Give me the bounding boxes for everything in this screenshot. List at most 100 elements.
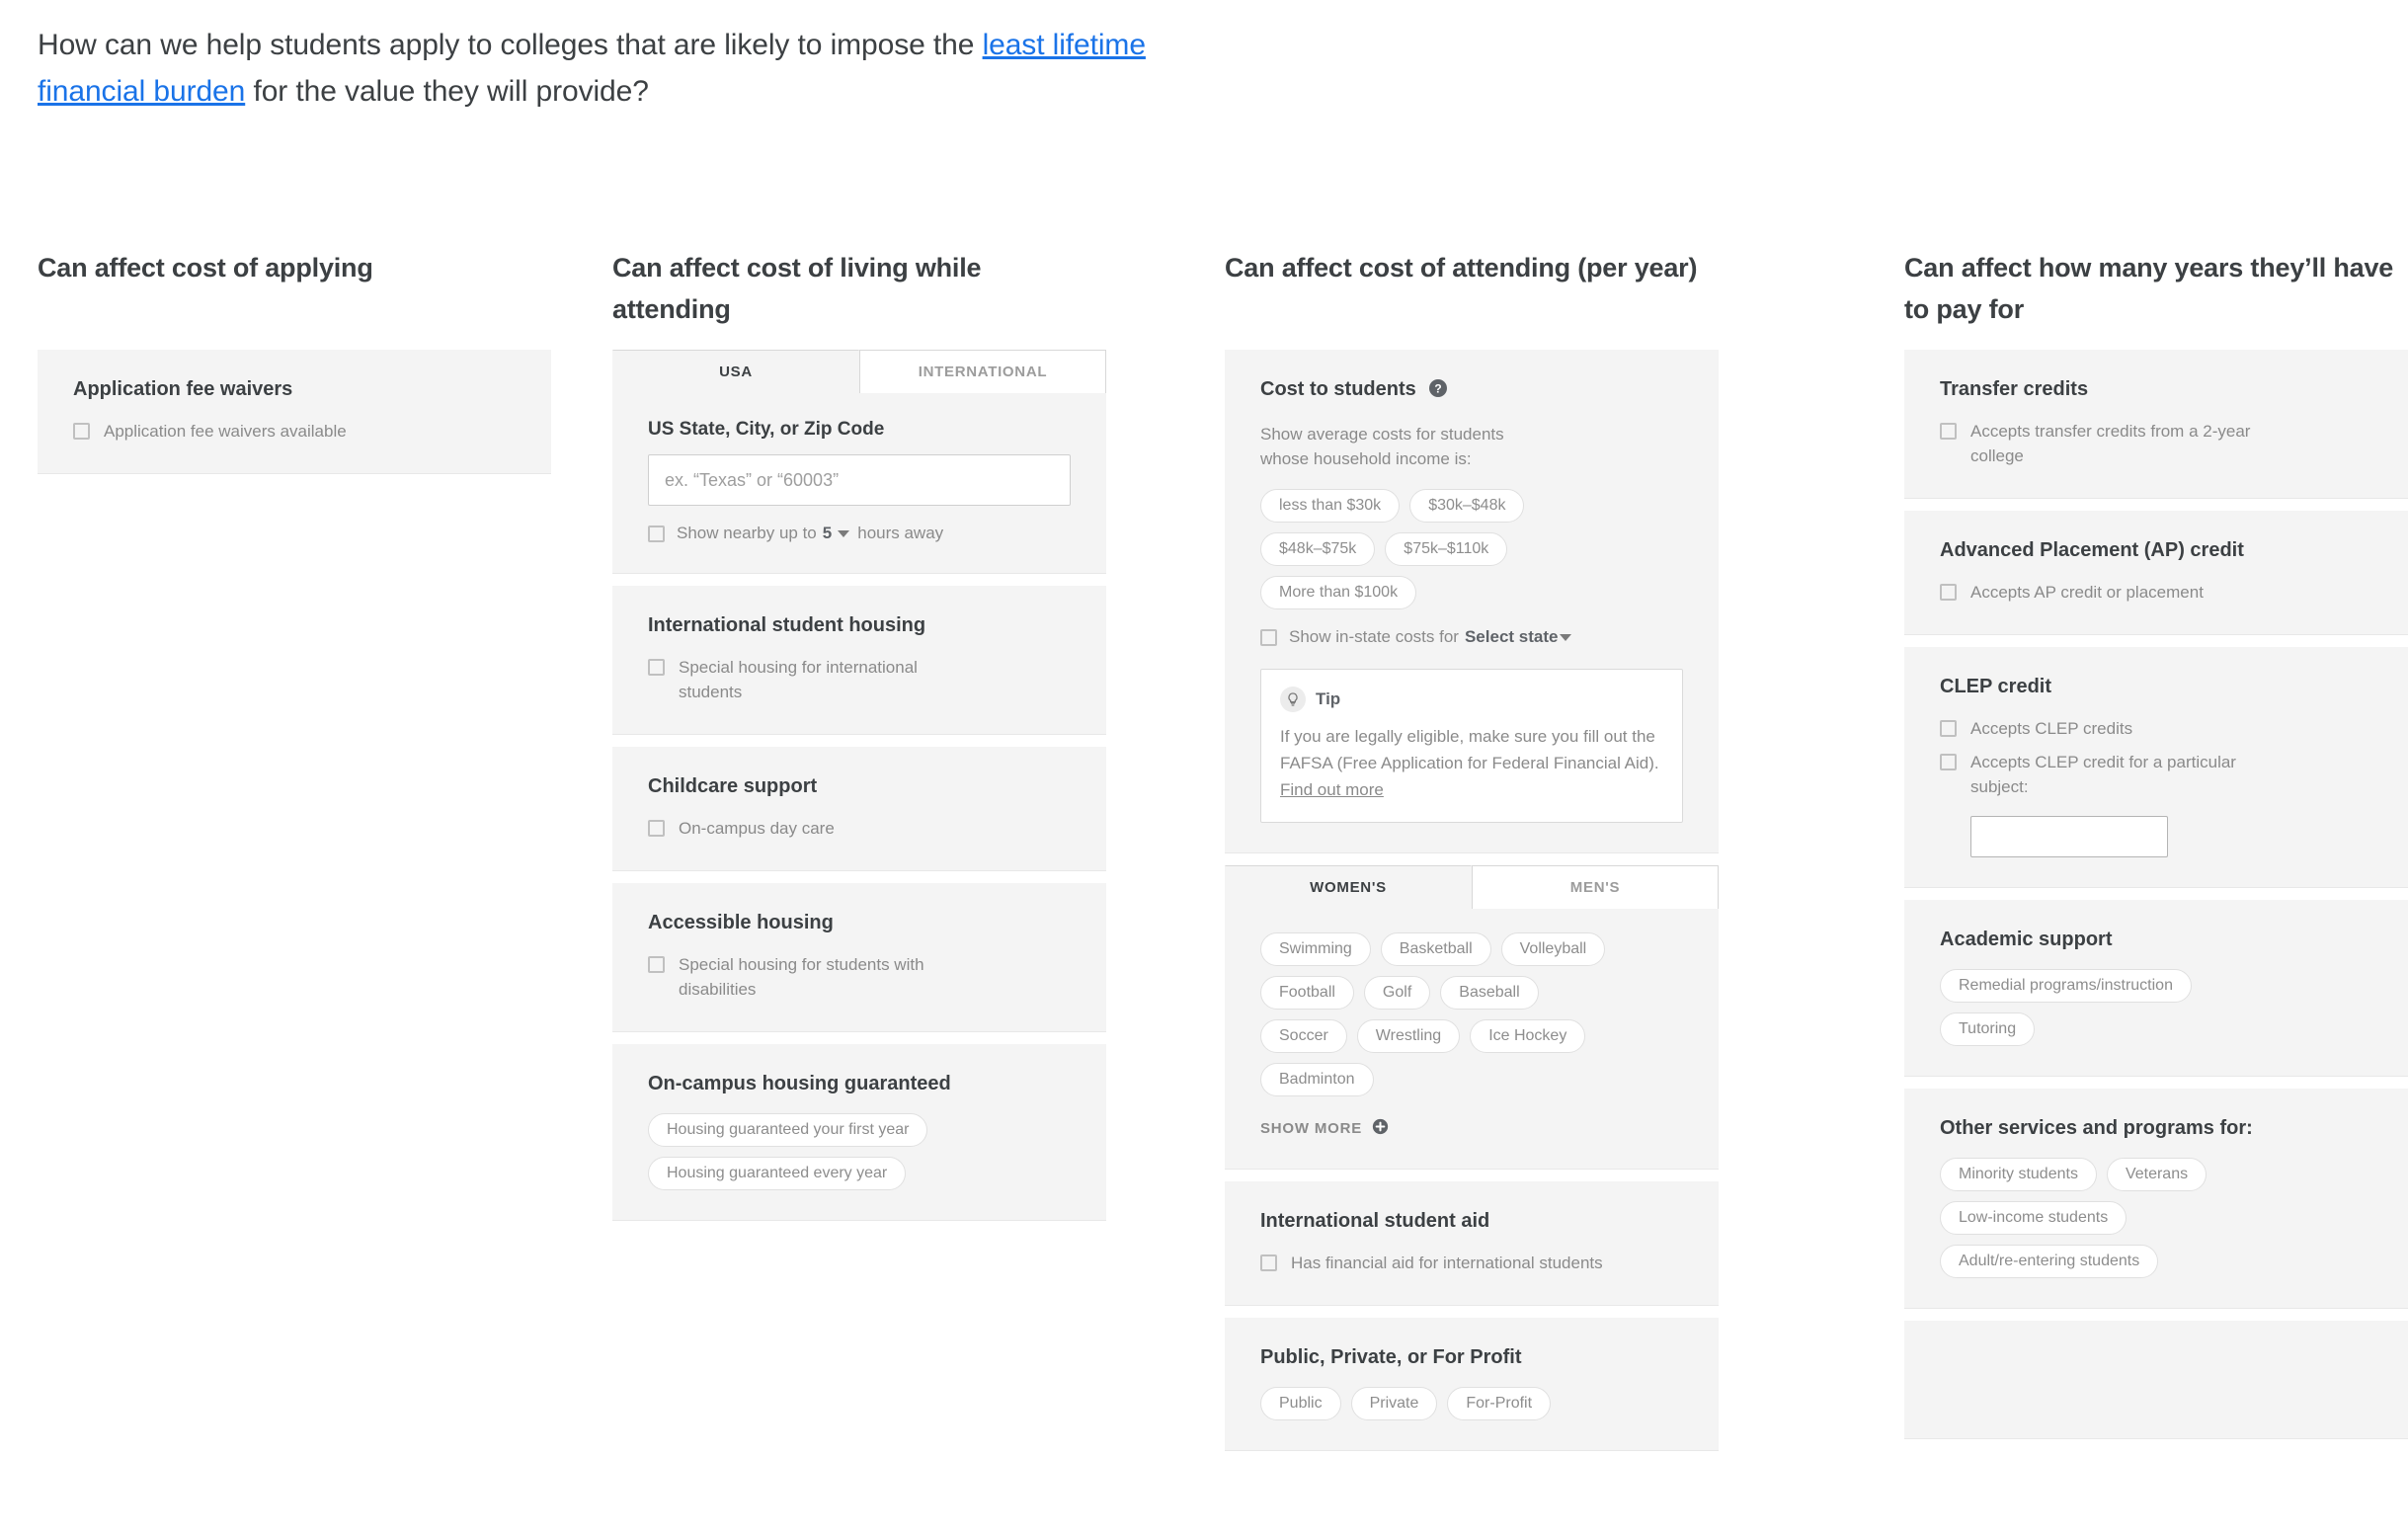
chip-service-group[interactable]: Minority students xyxy=(1940,1158,2097,1191)
checkbox-icon[interactable] xyxy=(1940,584,1957,601)
checkbox-row[interactable]: Accepts CLEP credit for a particular sub… xyxy=(1940,750,2374,799)
show-nearby-row[interactable]: Show nearby up to 5 hours away xyxy=(648,524,1071,543)
column-cards: Transfer credits Accepts transfer credit… xyxy=(1904,350,2408,1439)
chip-income-range[interactable]: less than $30k xyxy=(1260,489,1401,523)
tip-label: Tip xyxy=(1316,689,1341,708)
chip-institution-type[interactable]: Public xyxy=(1260,1387,1341,1420)
income-chip-group: less than $30k $30k–$48k $48k–$75k $75k–… xyxy=(1260,489,1596,609)
show-more-button[interactable]: SHOW MORE xyxy=(1260,1118,1683,1139)
card-academic-support: Academic support Remedial programs/instr… xyxy=(1904,900,2408,1077)
chip-sport[interactable]: Golf xyxy=(1363,976,1431,1010)
card-title: Application fee waivers xyxy=(73,378,293,400)
location-field-label: US State, City, or Zip Code xyxy=(648,419,885,440)
card-title: International student housing xyxy=(648,614,926,636)
checkbox-row[interactable]: Accepts transfer credits from a 2-year c… xyxy=(1940,419,2374,468)
chip-academic-support[interactable]: Remedial programs/instruction xyxy=(1940,969,2192,1003)
checkbox-row[interactable]: On-campus day care xyxy=(648,816,1071,841)
checkbox-label: Application fee waivers available xyxy=(104,422,347,441)
chevron-down-icon[interactable] xyxy=(1560,633,1572,641)
page-headline: How can we help students apply to colleg… xyxy=(38,22,1183,115)
card-ap-credit: Advanced Placement (AP) credit Accepts A… xyxy=(1904,511,2408,635)
checkbox-label: Special housing for students with disabi… xyxy=(679,955,924,999)
checkbox-label: Accepts AP credit or placement xyxy=(1970,583,2204,602)
card-next-partial xyxy=(1904,1321,2408,1439)
checkbox-icon[interactable] xyxy=(648,820,665,837)
tab-mens[interactable]: MEN'S xyxy=(1472,865,1719,909)
chip-sport[interactable]: Baseball xyxy=(1440,976,1539,1010)
card-accessible-housing: Accessible housing Special housing for s… xyxy=(612,883,1106,1032)
clep-subject-input[interactable] xyxy=(1970,816,2168,857)
card-title: International student aid xyxy=(1260,1210,1490,1232)
chip-income-range[interactable]: $30k–$48k xyxy=(1409,489,1525,523)
checkbox-row[interactable]: Has financial aid for international stud… xyxy=(1260,1251,1683,1275)
lightbulb-icon xyxy=(1280,687,1306,712)
chip[interactable]: Housing guaranteed your first year xyxy=(648,1113,928,1147)
checkbox-icon[interactable] xyxy=(1260,628,1277,646)
chip-institution-type[interactable]: For-Profit xyxy=(1447,1387,1552,1420)
chip-income-range[interactable]: $75k–$110k xyxy=(1385,532,1508,566)
tab-usa[interactable]: USA xyxy=(612,350,859,393)
show-more-label: SHOW MORE xyxy=(1260,1120,1363,1137)
card-cost-to-students: Cost to students ? Show average costs fo… xyxy=(1225,350,1719,853)
card-sports: WOMEN'S MEN'S Swimming Basketball Volley… xyxy=(1225,865,1719,1170)
cost-subtitle: Show average costs for students whose ho… xyxy=(1260,425,1504,468)
plus-circle-icon[interactable] xyxy=(1372,1118,1389,1139)
checkbox-label: On-campus day care xyxy=(679,819,835,838)
checkbox-row[interactable]: Application fee waivers available xyxy=(73,419,516,444)
tip-header: Tip xyxy=(1280,687,1663,712)
chip-sport[interactable]: Basketball xyxy=(1380,932,1491,966)
card-location: USA INTERNATIONAL US State, City, or Zip… xyxy=(612,350,1106,574)
checkbox-icon[interactable] xyxy=(73,423,90,440)
chip-sport[interactable]: Swimming xyxy=(1260,932,1371,966)
checkbox-row[interactable]: Special housing for international studen… xyxy=(648,655,1071,704)
chip-academic-support[interactable]: Tutoring xyxy=(1940,1012,2036,1046)
tab-international[interactable]: INTERNATIONAL xyxy=(859,350,1106,393)
in-state-costs-row[interactable]: Show in-state costs for Select state xyxy=(1260,627,1683,647)
column-cost-of-attending: Can affect cost of attending (per year) … xyxy=(1225,247,1719,1463)
location-search-input[interactable] xyxy=(648,454,1071,506)
column-cost-of-applying: Can affect cost of applying Application … xyxy=(38,247,551,486)
location-tabs: USA INTERNATIONAL xyxy=(612,350,1106,393)
checkbox-row[interactable]: Accepts CLEP credits xyxy=(1940,716,2374,741)
chip-income-range[interactable]: More than $100k xyxy=(1260,576,1417,609)
checkbox-icon[interactable] xyxy=(648,956,665,973)
checkbox-icon[interactable] xyxy=(1940,423,1957,440)
chip-sport[interactable]: Football xyxy=(1260,976,1354,1010)
chip[interactable]: Housing guaranteed every year xyxy=(648,1157,907,1190)
tip-text: If you are legally eligible, make sure y… xyxy=(1280,723,1663,803)
checkbox-row[interactable]: Special housing for students with disabi… xyxy=(648,952,1071,1002)
sports-chip-group: Swimming Basketball Volleyball Football … xyxy=(1260,932,1616,1096)
chip-income-range[interactable]: $48k–$75k xyxy=(1260,532,1376,566)
card-title-text: Cost to students xyxy=(1260,378,1416,400)
checkbox-icon[interactable] xyxy=(1260,1254,1277,1271)
chip-sport[interactable]: Soccer xyxy=(1260,1019,1347,1053)
chip-sport[interactable]: Badminton xyxy=(1260,1063,1374,1096)
checkbox-icon[interactable] xyxy=(648,525,665,542)
checkbox-icon[interactable] xyxy=(1940,720,1957,737)
chip-institution-type[interactable]: Private xyxy=(1350,1387,1438,1420)
filters-page: How can we help students apply to colleg… xyxy=(0,0,2408,1537)
checkbox-label: Accepts CLEP credit for a particular sub… xyxy=(1970,753,2236,796)
checkbox-row[interactable]: Accepts AP credit or placement xyxy=(1940,580,2374,605)
checkbox-icon[interactable] xyxy=(648,659,665,676)
chip-service-group[interactable]: Low-income students xyxy=(1940,1201,2127,1235)
nearby-hours-value[interactable]: 5 xyxy=(823,524,832,543)
help-icon[interactable]: ? xyxy=(1428,378,1448,406)
tab-womens[interactable]: WOMEN'S xyxy=(1225,865,1472,909)
state-select[interactable]: Select state xyxy=(1465,627,1559,647)
card-title: Childcare support xyxy=(648,775,818,797)
column-cards: Cost to students ? Show average costs fo… xyxy=(1225,350,1719,1451)
checkbox-icon[interactable] xyxy=(1940,754,1957,770)
in-state-label: Show in-state costs for xyxy=(1289,627,1459,646)
find-out-more-link[interactable]: Find out more xyxy=(1280,780,1384,799)
chip-sport[interactable]: Volleyball xyxy=(1500,932,1606,966)
chip-sport[interactable]: Ice Hockey xyxy=(1470,1019,1586,1053)
card-other-services: Other services and programs for: Minorit… xyxy=(1904,1089,2408,1309)
other-services-chip-group: Minority students Veterans Low-income st… xyxy=(1940,1158,2276,1278)
chevron-down-icon[interactable] xyxy=(838,529,850,537)
chip-service-group[interactable]: Adult/re-entering students xyxy=(1940,1245,2159,1278)
column-years-to-pay-for: Can affect how many years they’ll have t… xyxy=(1904,247,2408,1451)
chip-service-group[interactable]: Veterans xyxy=(2106,1158,2207,1191)
checkbox-label: Accepts transfer credits from a 2-year c… xyxy=(1970,422,2251,465)
chip-sport[interactable]: Wrestling xyxy=(1356,1019,1461,1053)
